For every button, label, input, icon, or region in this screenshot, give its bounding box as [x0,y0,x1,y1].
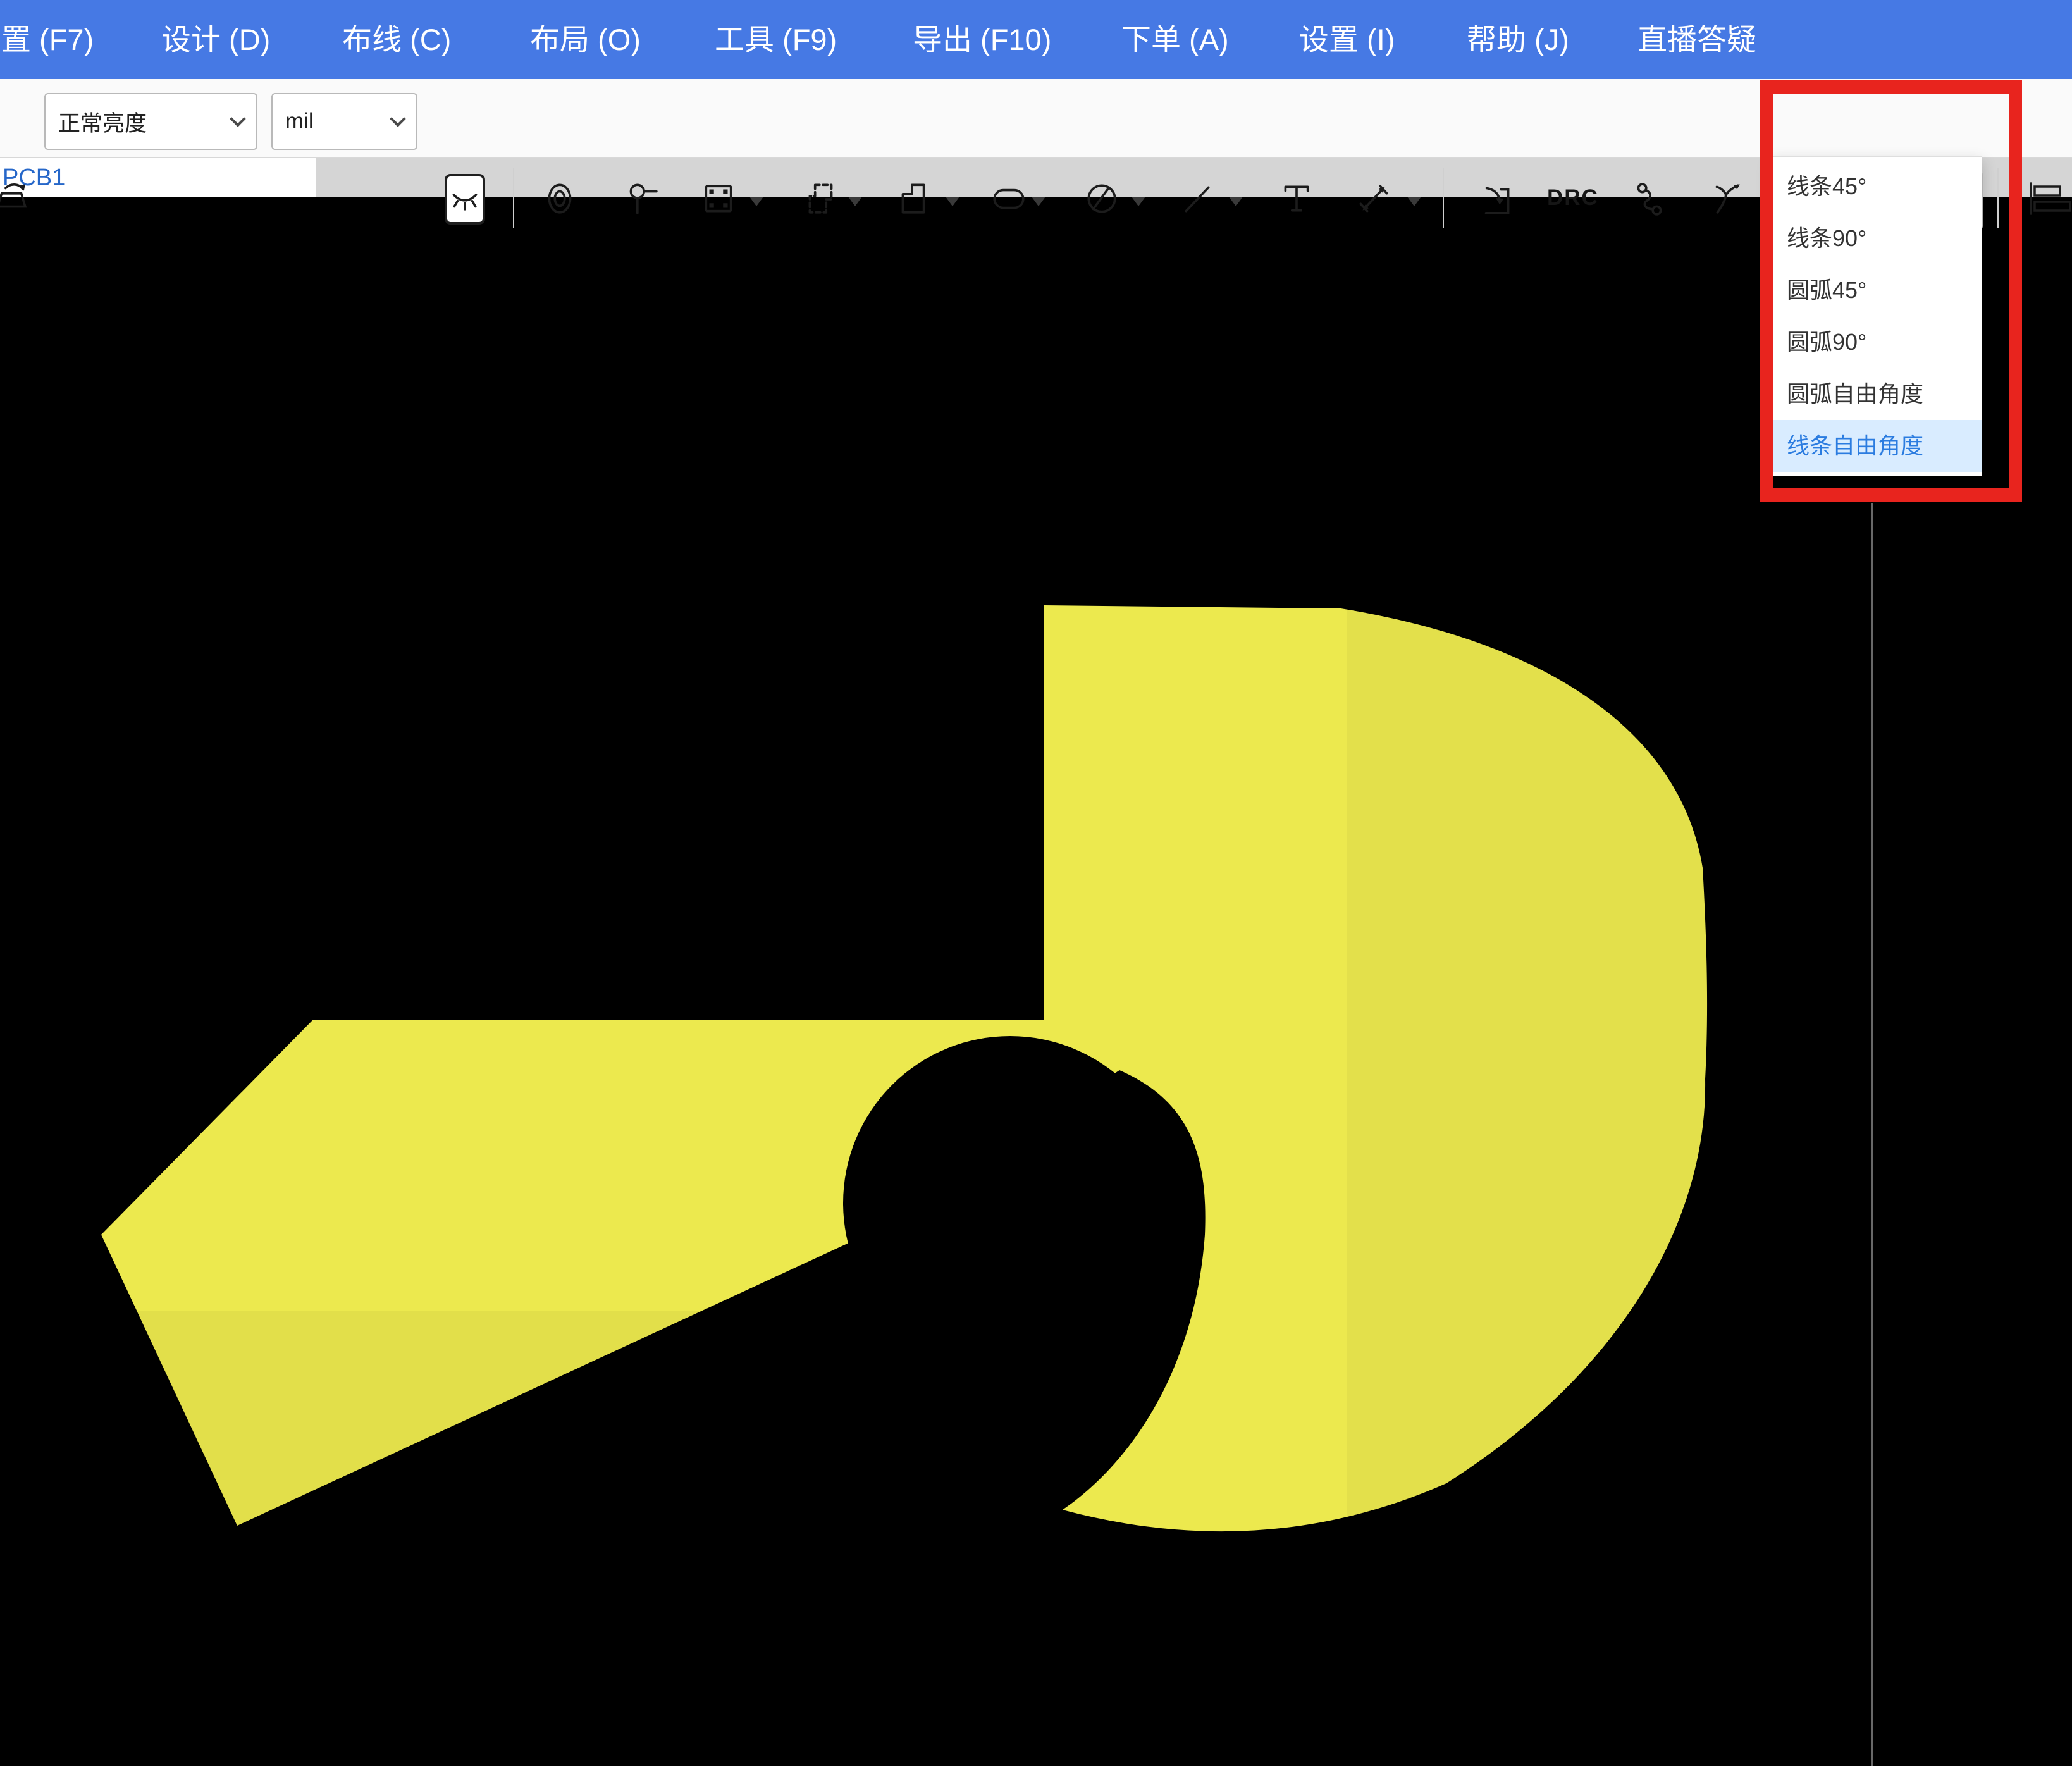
pcb-editor-canvas[interactable] [0,197,2072,1766]
toolbar-divider [513,168,514,228]
unit-select-value: mil [285,109,314,133]
line-caret-icon[interactable] [1229,197,1243,206]
dimension-icon[interactable] [1355,180,1392,217]
toolbar-divider [1997,168,1999,228]
shape-shading [101,1311,911,1532]
oval-icon[interactable] [990,180,1027,217]
dropdown-item-arc45[interactable]: 圆弧45° [1772,264,1982,316]
drc-button[interactable]: DRC [1547,185,1599,211]
canvas-drawing [101,503,1873,1766]
menu-item-order[interactable]: 下单 (A) [1121,0,1229,79]
brightness-select[interactable]: 正常亮度 [44,93,257,150]
copper-area-icon[interactable] [803,180,839,217]
pin-icon[interactable] [622,180,659,217]
menu-item-tools[interactable]: 工具 (F9) [715,0,837,79]
keepout-icon[interactable] [1083,180,1120,217]
unit-select[interactable]: mil [271,93,417,150]
solid-region-caret-icon[interactable] [946,197,959,206]
branch-icon[interactable] [1710,180,1746,217]
menu-item-settings[interactable]: 设置 (I) [1299,0,1395,79]
circular-cutout [843,1036,1177,1370]
pad-caret-icon[interactable] [749,197,763,206]
copper-area-caret-icon[interactable] [848,197,862,206]
menu-item-route[interactable]: 布线 (C) [342,0,451,79]
dropdown-item-line-free[interactable]: 线条自由角度 [1772,420,1982,472]
align-icon[interactable] [2027,180,2072,217]
via-icon[interactable] [541,180,578,217]
chevron-down-icon [390,111,406,127]
dimension-caret-icon[interactable] [1407,197,1421,206]
menu-item-export[interactable]: 导出 (F10) [913,0,1051,79]
menu-item-design[interactable]: 设计 (D) [161,0,270,79]
dropdown-item-line45[interactable]: 线条45° [1772,161,1982,213]
menu-bar: 置 (F7) 设计 (D) 布线 (C) 布局 (O) 工具 (F9) 导出 (… [0,0,2072,79]
dropdown-item-line90[interactable]: 线条90° [1772,213,1982,264]
route-icon[interactable] [1631,180,1668,217]
import-icon[interactable] [1478,180,1515,217]
corner-mode-dropdown: 线条45° 线条90° 圆弧45° 圆弧90° 圆弧自由角度 线条自由角度 [1771,156,1982,476]
tab-pcb1[interactable]: PCB1 [0,158,316,197]
pad-icon[interactable] [700,180,737,217]
dropdown-item-arc90[interactable]: 圆弧90° [1772,316,1982,368]
toolbar-divider [1443,168,1444,228]
menu-item-layout[interactable]: 布局 (O) [530,0,641,79]
menu-item-live-qa[interactable]: 直播答疑 [1637,0,1756,79]
menu-item-place[interactable]: 置 (F7) [1,0,94,79]
solid-region-icon[interactable] [895,180,932,217]
chevron-down-icon [230,111,246,127]
document-tab-bar: PCB1 [0,158,2072,197]
keepout-caret-icon[interactable] [1132,197,1145,206]
eye-closed-icon[interactable] [445,174,485,225]
line-icon[interactable] [1179,180,1216,217]
shape-shading [1347,602,1727,1526]
text-icon[interactable] [1278,180,1315,217]
brightness-select-value: 正常亮度 [58,111,147,136]
menu-item-help[interactable]: 帮助 (J) [1467,0,1569,79]
toolbar: 正常亮度 mil DRC [0,79,2072,229]
rotate-icon[interactable] [0,179,28,216]
dropdown-item-arc-free[interactable]: 圆弧自由角度 [1772,368,1982,420]
oval-caret-icon[interactable] [1032,197,1045,206]
